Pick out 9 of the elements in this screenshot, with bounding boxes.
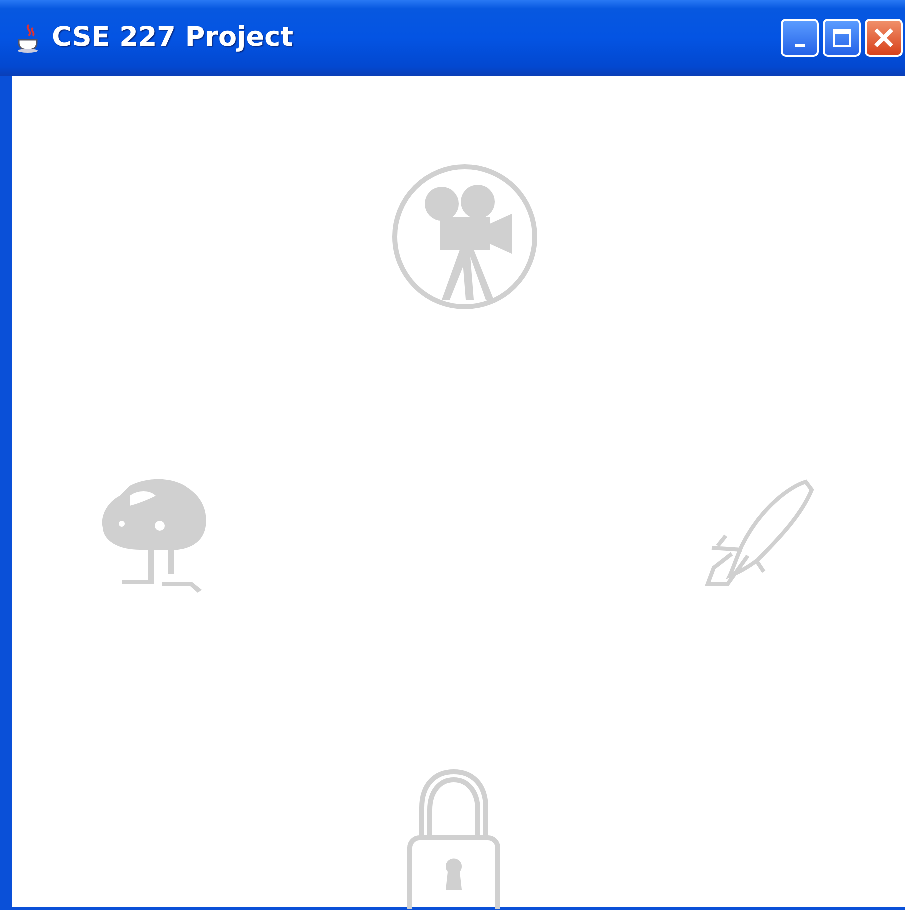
maximize-button[interactable]	[823, 19, 861, 57]
movie-camera-icon[interactable]	[390, 162, 540, 312]
window-title: CSE 227 Project	[52, 20, 294, 55]
padlock-icon[interactable]	[406, 768, 502, 909]
close-button[interactable]	[865, 19, 903, 57]
minimize-button[interactable]	[781, 19, 819, 57]
maximize-icon	[832, 28, 852, 48]
close-icon	[873, 27, 895, 49]
minimize-icon	[795, 44, 805, 46]
